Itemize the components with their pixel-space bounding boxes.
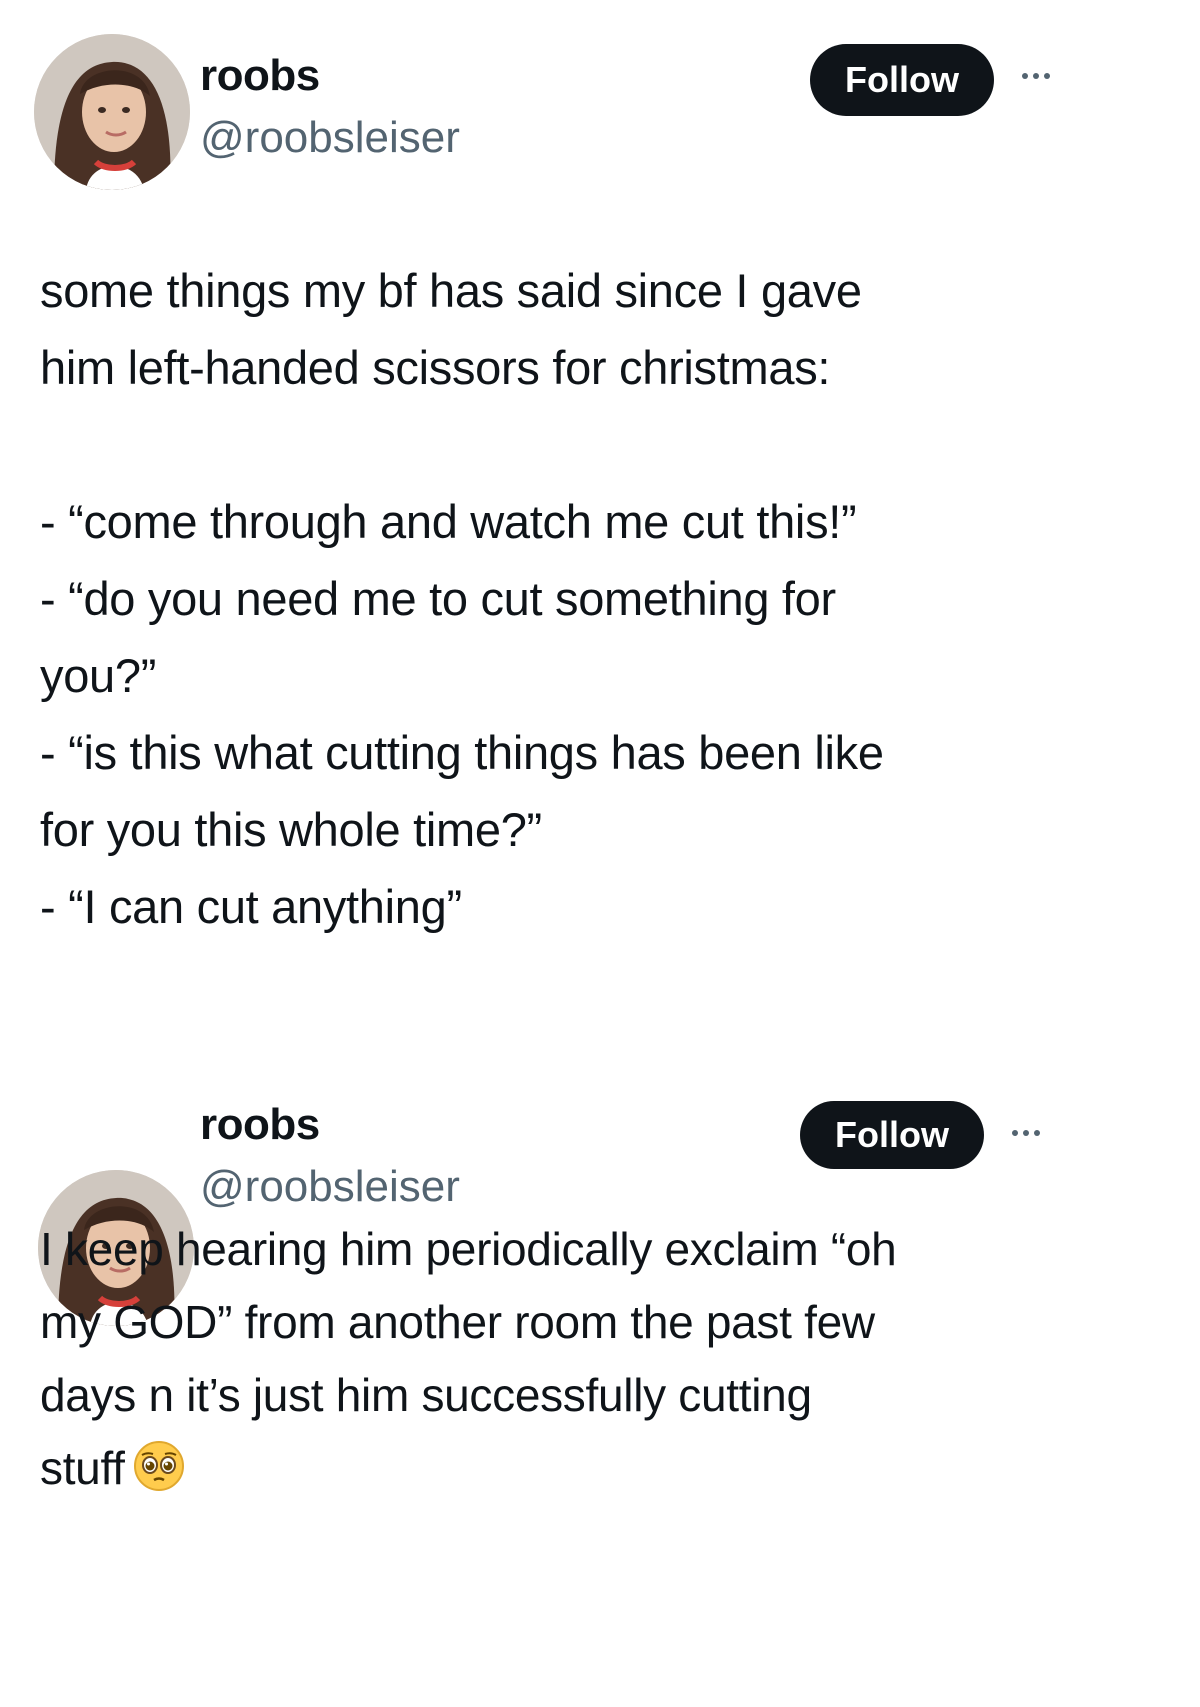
more-options-icon[interactable] [1012,1130,1040,1136]
text-line: - “I can cut anything” [40,880,462,933]
follow-button[interactable]: Follow [800,1101,984,1169]
text-line: - “do you need me to cut something for [40,572,836,625]
user-handle[interactable]: @roobsleiser [200,112,460,164]
display-name[interactable]: roobs [200,1099,320,1151]
text-line: days n it’s just him successfully cuttin… [40,1369,812,1421]
text-line-with-emoji: stuff [40,1432,1150,1505]
tweet-card: roobs @roobsleiser Follow I keep hearing… [0,1085,1200,1707]
display-name[interactable]: roobs [200,50,320,102]
tweet-text: some things my bf has said since I gave … [40,252,1150,945]
text-line: I keep hearing him periodically exclaim … [40,1223,897,1275]
text-line: - “is this what cutting things has been … [40,726,884,779]
text-line: - “come through and watch me cut this!” [40,495,857,548]
avatar[interactable] [34,34,190,190]
text-line: my GOD” from another room the past few [40,1296,875,1348]
text-line: him left-handed scissors for christmas: [40,341,831,394]
text-line: for you this whole time?” [40,803,542,856]
tweet-card: roobs @roobsleiser Follow some things my… [0,0,1200,1085]
text-line: you?” [40,649,157,702]
more-options-icon[interactable] [1022,73,1050,79]
text-line: some things my bf has said since I gave [40,264,862,317]
user-handle[interactable]: @roobsleiser [200,1161,460,1213]
profile-photo-icon [34,34,190,190]
follow-button[interactable]: Follow [810,44,994,116]
text-line: stuff [40,1442,125,1494]
tweet-text: I keep hearing him periodically exclaim … [40,1213,1150,1505]
pleading-face-emoji-icon [133,1441,184,1491]
